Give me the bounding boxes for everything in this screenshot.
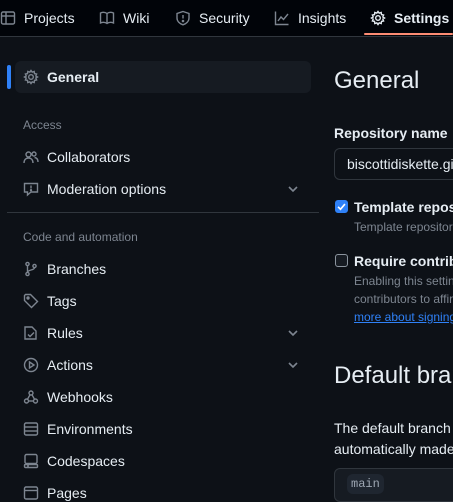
require-signoff-checkbox[interactable]: [335, 254, 348, 267]
chevron-down-icon[interactable]: [285, 181, 301, 197]
default-branch-description-line2: automatically made against this: [334, 441, 453, 457]
people-icon: [23, 151, 39, 164]
page-title: General: [334, 67, 420, 94]
tab-insights[interactable]: Insights: [274, 0, 346, 36]
sidebar-item-webhooks[interactable]: Webhooks: [15, 381, 311, 413]
tab-settings-label: Settings: [394, 10, 450, 26]
repository-name-label: Repository name: [334, 125, 448, 141]
sidebar-item-codespaces[interactable]: Codespaces: [15, 445, 311, 477]
template-repository-label: Template repository: [354, 199, 453, 215]
check-icon: [337, 203, 346, 211]
sidebar-item-moderation-options[interactable]: Moderation options: [15, 173, 311, 205]
tab-security-label: Security: [199, 10, 250, 26]
sidebar-item-label: Actions: [47, 357, 93, 373]
require-signoff-label: Require contributors to sign off on web-…: [354, 253, 453, 269]
tab-projects-label: Projects: [24, 10, 75, 26]
sidebar-item-label: Rules: [47, 325, 83, 341]
tab-settings[interactable]: Settings: [370, 0, 449, 36]
shield-icon: [176, 10, 190, 26]
sidebar-item-label: Collaborators: [47, 149, 131, 165]
tab-wiki[interactable]: Wiki: [99, 0, 149, 36]
book-icon: [99, 11, 115, 25]
sidebar-item-label: Branches: [47, 261, 107, 277]
sidebar-item-label: General: [47, 69, 100, 85]
tab-wiki-label: Wiki: [123, 10, 150, 26]
sidebar-item-label: Tags: [47, 293, 77, 309]
graph-icon: [274, 11, 289, 26]
sidebar-item-actions[interactable]: Actions: [15, 349, 311, 381]
sidebar-item-rules[interactable]: Rules: [15, 317, 311, 349]
table-icon: [0, 11, 16, 25]
sidebar-item-label: Codespaces: [47, 453, 125, 469]
gear-icon: [370, 10, 386, 26]
sidebar-item-general[interactable]: General: [15, 61, 311, 93]
branch-icon: [25, 261, 37, 277]
code-automation-heading: Code and automation: [23, 230, 138, 244]
active-tab-underline: [364, 33, 453, 35]
webhook-icon: [23, 390, 39, 404]
tab-security[interactable]: Security: [175, 0, 250, 36]
chevron-down-icon[interactable]: [285, 357, 301, 373]
sidebar-item-label: Webhooks: [47, 389, 113, 405]
sidebar-item-label: Environments: [47, 421, 133, 437]
sidebar-item-label: Moderation options: [47, 181, 167, 197]
default-branch-description-line1: The default branch is considered the: [334, 420, 453, 436]
tag-icon: [23, 293, 39, 309]
access-heading: Access: [23, 118, 62, 132]
template-repository-note: Template repositories let users generate…: [354, 220, 453, 234]
codespaces-icon: [23, 453, 39, 469]
sidebar-item-collaborators[interactable]: Collaborators: [15, 141, 311, 173]
default-branch-title: Default branch: [334, 362, 453, 389]
rules-icon: [24, 326, 37, 340]
server-icon: [23, 422, 39, 436]
sidebar-item-environments[interactable]: Environments: [15, 413, 311, 445]
repository-name-input[interactable]: biscottidiskette.github.io: [334, 148, 453, 180]
signoff-learn-more-link[interactable]: more about signing off on commits: [354, 310, 453, 324]
gear-icon: [23, 69, 39, 85]
browser-icon: [23, 486, 39, 500]
settings-main: General Repository name biscottidiskette…: [334, 37, 453, 502]
require-signoff-note-line1: Enabling this setting will require: [354, 274, 453, 288]
tab-insights-label: Insights: [298, 10, 347, 26]
chevron-down-icon[interactable]: [285, 325, 301, 341]
sidebar-item-label: Pages: [47, 485, 87, 501]
repo-tab-bar: Projects Wiki Security Insights Settings: [0, 0, 453, 37]
template-repository-checkbox[interactable]: [335, 200, 348, 213]
sidebar-divider: [7, 212, 319, 213]
play-icon: [23, 357, 39, 373]
require-signoff-note-line2: contributors to affirm that they have: [354, 292, 453, 306]
default-branch-box: main: [334, 468, 453, 502]
sidebar-item-tags[interactable]: Tags: [15, 285, 311, 317]
tab-projects[interactable]: Projects: [0, 0, 75, 36]
active-indicator: [7, 65, 11, 89]
default-branch-name: main: [347, 474, 384, 494]
sidebar-item-pages[interactable]: Pages: [15, 477, 311, 502]
report-icon: [23, 182, 39, 197]
settings-sidebar: General Access Collaborators Moderation …: [0, 37, 320, 502]
sidebar-item-branches[interactable]: Branches: [15, 253, 311, 285]
